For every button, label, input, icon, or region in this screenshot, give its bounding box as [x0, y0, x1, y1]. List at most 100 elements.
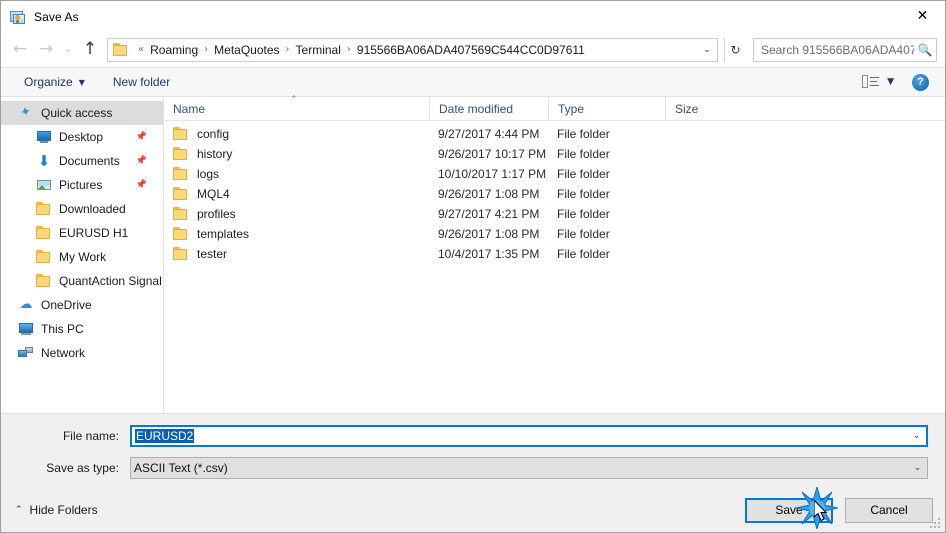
file-name-text: templates — [197, 227, 250, 241]
refresh-button[interactable]: ↻ — [724, 37, 746, 62]
save-form: File name: EURUSD2 ⌄ Save as type: ASCII… — [1, 413, 945, 488]
table-row[interactable]: history 9/26/2017 10:17 PM File folder — [164, 144, 945, 164]
save-as-app-icon — [10, 9, 26, 25]
pc-icon — [18, 321, 34, 337]
file-name-row: File name: EURUSD2 ⌄ — [18, 424, 928, 448]
file-name-cell: config — [164, 126, 429, 142]
table-row[interactable]: profiles 9/27/2017 4:21 PM File folder — [164, 204, 945, 224]
sidebar-item-desktop[interactable]: Desktop 📌 — [1, 125, 163, 149]
file-name-text: logs — [197, 167, 220, 181]
forward-button[interactable]: → — [33, 37, 59, 63]
view-options-chevron-icon[interactable]: ▼ — [887, 77, 894, 87]
file-name-cell: templates — [164, 226, 429, 242]
column-header-type[interactable]: Type — [548, 97, 665, 120]
breadcrumb-item-metaquotes[interactable]: MetaQuotes — [212, 42, 281, 58]
sidebar-item-this-pc[interactable]: This PC — [1, 317, 163, 341]
pin-icon[interactable]: 📌 — [136, 156, 147, 166]
sidebar-item-label: Desktop — [59, 130, 104, 144]
breadcrumb-separator-icon: › — [204, 44, 209, 55]
sidebar-item-label: Pictures — [59, 178, 103, 192]
folder-icon — [36, 225, 52, 241]
hide-folders-button[interactable]: ⌃ Hide Folders — [15, 503, 98, 517]
table-row[interactable]: logs 10/10/2017 1:17 PM File folder — [164, 164, 945, 184]
sidebar-item-onedrive[interactable]: ☁ OneDrive — [1, 293, 163, 317]
chevron-down-icon[interactable]: ⌄ — [908, 463, 927, 473]
file-name-cell: profiles — [164, 206, 429, 222]
folder-icon — [173, 186, 189, 202]
pin-icon[interactable]: 📌 — [136, 132, 147, 142]
search-icon: 🔍 — [917, 42, 933, 57]
save-as-type-label: Save as type: — [46, 461, 119, 475]
organize-button[interactable]: Organize ▼ — [17, 72, 92, 92]
view-layout-icon[interactable] — [862, 75, 880, 89]
sidebar-item-label: Downloaded — [59, 202, 126, 216]
file-name-label: File name: — [62, 429, 119, 443]
navigation-sidebar: ✦ Quick access Desktop 📌 ⬇ Documents 📌 Pictures… — [1, 97, 164, 413]
table-row[interactable]: MQL4 9/26/2017 1:08 PM File folder — [164, 184, 945, 204]
desktop-icon — [36, 129, 52, 145]
column-header-name-label: Name — [173, 101, 206, 116]
breadcrumb-overflow-icon[interactable]: « — [134, 44, 148, 55]
pin-icon[interactable]: 📌 — [136, 180, 147, 190]
breadcrumb-item-terminal-id[interactable]: 915566BA06ADA407569C544CC0D97611 — [355, 42, 587, 58]
sidebar-item-label: My Work — [59, 250, 107, 264]
back-button[interactable]: ← — [7, 37, 33, 63]
cancel-button[interactable]: Cancel — [845, 497, 933, 523]
sidebar-item-pictures[interactable]: Pictures 📌 — [1, 173, 163, 197]
table-row[interactable]: templates 9/26/2017 1:08 PM File folder — [164, 224, 945, 244]
file-name-text: profiles — [197, 207, 236, 221]
type-cell: File folder — [557, 167, 610, 181]
resize-grip[interactable] — [930, 518, 942, 530]
sidebar-item-quantaction-signal[interactable]: QuantAction Signal — [1, 269, 163, 293]
table-row[interactable]: config 9/27/2017 4:44 PM File folder — [164, 124, 945, 144]
chevron-down-icon[interactable]: ⌄ — [697, 39, 717, 61]
navigation-bar: ← → ⌄ ↑ « Roaming › MetaQuotes › Termina… — [1, 32, 945, 67]
help-icon[interactable]: ? — [912, 73, 929, 91]
up-button[interactable]: ↑ — [77, 37, 103, 63]
search-box[interactable]: 🔍 — [753, 37, 937, 62]
file-name-text: history — [197, 147, 233, 161]
chevron-down-icon[interactable]: ⌄ — [907, 431, 926, 441]
sidebar-item-label: Quick access — [41, 106, 113, 120]
cloud-icon: ☁ — [19, 297, 33, 312]
file-name-value[interactable]: EURUSD2 — [132, 429, 907, 443]
recent-locations-button[interactable]: ⌄ — [59, 37, 77, 63]
organize-label: Organize — [24, 75, 73, 89]
sidebar-item-documents[interactable]: ⬇ Documents 📌 — [1, 149, 163, 173]
column-header-name[interactable]: Name ⌃ — [164, 95, 429, 120]
sidebar-item-downloaded[interactable]: Downloaded — [1, 197, 163, 221]
file-name-combobox[interactable]: EURUSD2 ⌄ — [130, 425, 928, 447]
sidebar-item-eurusd-h1[interactable]: EURUSD H1 — [1, 221, 163, 245]
breadcrumb-separator-icon: › — [346, 44, 351, 55]
sidebar-item-label: OneDrive — [41, 298, 92, 312]
type-cell: File folder — [557, 207, 610, 221]
save-button[interactable]: Save — [745, 497, 833, 523]
column-header-date-modified[interactable]: Date modified — [429, 97, 548, 120]
date-modified-cell: 10/10/2017 1:17 PM — [438, 167, 547, 181]
date-modified-cell: 10/4/2017 1:35 PM — [438, 247, 540, 261]
chevron-up-icon: ⌃ — [15, 505, 23, 515]
close-icon[interactable]: ✕ — [900, 1, 945, 31]
folder-icon — [173, 246, 189, 262]
breadcrumb-item-terminal[interactable]: Terminal — [294, 42, 343, 58]
folder-icon — [113, 42, 129, 57]
folder-icon — [173, 146, 189, 162]
type-cell: File folder — [557, 127, 610, 141]
window-title: Save As — [34, 9, 79, 24]
folder-icon — [36, 201, 52, 217]
breadcrumb-item-roaming[interactable]: Roaming — [148, 42, 200, 58]
address-bar[interactable]: « Roaming › MetaQuotes › Terminal › 9155… — [107, 37, 718, 62]
command-toolbar: Organize ▼ New folder ▼ ? — [1, 67, 945, 97]
save-as-type-combobox[interactable]: ASCII Text (*.csv) ⌄ — [130, 457, 928, 479]
column-header-size[interactable]: Size — [665, 97, 745, 120]
table-row[interactable]: tester 10/4/2017 1:35 PM File folder — [164, 244, 945, 264]
sort-ascending-icon: ⌃ — [290, 95, 298, 105]
sidebar-item-network[interactable]: Network — [1, 341, 163, 365]
new-folder-button[interactable]: New folder — [106, 72, 177, 92]
sidebar-item-label: QuantAction Signal — [59, 274, 162, 288]
file-name-text: tester — [197, 247, 228, 261]
sidebar-item-my-work[interactable]: My Work — [1, 245, 163, 269]
file-name-cell: history — [164, 146, 429, 162]
search-input[interactable] — [754, 42, 914, 57]
sidebar-item-quick-access[interactable]: ✦ Quick access — [1, 101, 163, 125]
